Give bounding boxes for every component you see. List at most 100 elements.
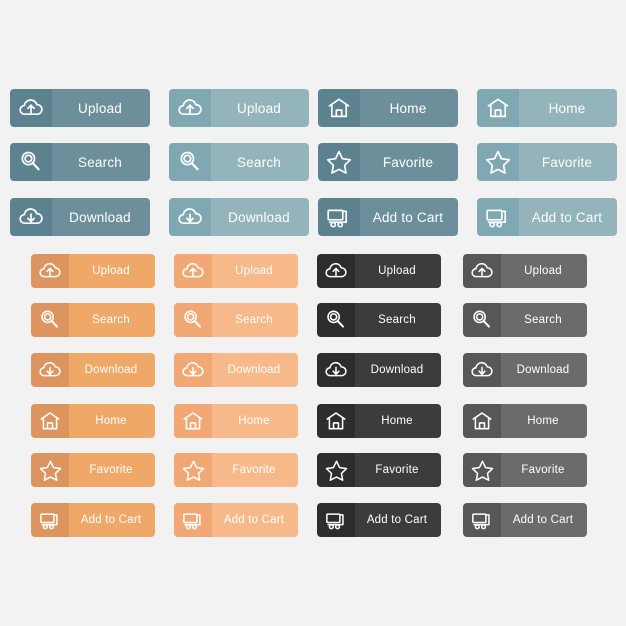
button-search-blue-light[interactable]: Search <box>169 143 309 181</box>
button-label: Favorite <box>69 453 155 487</box>
star-icon <box>477 143 519 181</box>
star-icon <box>463 453 501 487</box>
house-icon <box>318 89 360 127</box>
magnifier-icon <box>174 303 212 337</box>
button-label: Download <box>211 198 309 236</box>
button-label: Search <box>52 143 150 181</box>
button-home-gray-dark[interactable]: Home <box>317 404 441 438</box>
button-favorite-blue-dark[interactable]: Favorite <box>318 143 458 181</box>
button-search-blue-dark[interactable]: Search <box>10 143 150 181</box>
button-upload-gray-light[interactable]: Upload <box>463 254 587 288</box>
cloud-upload-icon <box>174 254 212 288</box>
cloud-upload-icon <box>10 89 52 127</box>
magnifier-icon <box>463 303 501 337</box>
star-icon <box>174 453 212 487</box>
button-label: Upload <box>355 254 441 288</box>
magnifier-icon <box>31 303 69 337</box>
star-icon <box>31 453 69 487</box>
button-home-blue-light[interactable]: Home <box>477 89 617 127</box>
button-favorite-gray-light[interactable]: Favorite <box>463 453 587 487</box>
button-download-blue-light[interactable]: Download <box>169 198 309 236</box>
button-label: Search <box>211 143 309 181</box>
button-search-orange-dark[interactable]: Search <box>31 303 155 337</box>
button-home-gray-light[interactable]: Home <box>463 404 587 438</box>
cloud-upload-icon <box>317 254 355 288</box>
button-download-orange-light[interactable]: Download <box>174 353 298 387</box>
cloud-upload-icon <box>31 254 69 288</box>
house-icon <box>31 404 69 438</box>
button-download-blue-dark[interactable]: Download <box>10 198 150 236</box>
button-upload-blue-dark[interactable]: Upload <box>10 89 150 127</box>
button-download-gray-light[interactable]: Download <box>463 353 587 387</box>
house-icon <box>174 404 212 438</box>
button-label: Add to Cart <box>355 503 441 537</box>
button-label: Search <box>69 303 155 337</box>
shopping-cart-icon <box>174 503 212 537</box>
button-label: Upload <box>69 254 155 288</box>
button-kit-canvas: Upload Search Download Upload Search Dow… <box>0 0 626 626</box>
button-label: Search <box>501 303 587 337</box>
shopping-cart-icon <box>463 503 501 537</box>
button-label: Download <box>52 198 150 236</box>
star-icon <box>317 453 355 487</box>
button-label: Favorite <box>360 143 458 181</box>
button-download-orange-dark[interactable]: Download <box>31 353 155 387</box>
button-search-orange-light[interactable]: Search <box>174 303 298 337</box>
button-label: Favorite <box>355 453 441 487</box>
button-label: Home <box>360 89 458 127</box>
cloud-upload-icon <box>463 254 501 288</box>
button-add-to-cart-blue-dark[interactable]: Add to Cart <box>318 198 458 236</box>
button-favorite-orange-dark[interactable]: Favorite <box>31 453 155 487</box>
button-add-to-cart-blue-light[interactable]: Add to Cart <box>477 198 617 236</box>
house-icon <box>477 89 519 127</box>
button-label: Download <box>69 353 155 387</box>
button-label: Download <box>355 353 441 387</box>
button-upload-orange-dark[interactable]: Upload <box>31 254 155 288</box>
button-label: Download <box>212 353 298 387</box>
button-label: Download <box>501 353 587 387</box>
button-label: Upload <box>211 89 309 127</box>
button-label: Add to Cart <box>360 198 458 236</box>
button-search-gray-dark[interactable]: Search <box>317 303 441 337</box>
magnifier-icon <box>10 143 52 181</box>
cloud-download-icon <box>174 353 212 387</box>
button-label: Home <box>501 404 587 438</box>
magnifier-icon <box>169 143 211 181</box>
button-home-orange-light[interactable]: Home <box>174 404 298 438</box>
cloud-download-icon <box>10 198 52 236</box>
cloud-download-icon <box>463 353 501 387</box>
button-label: Upload <box>501 254 587 288</box>
button-label: Add to Cart <box>519 198 617 236</box>
button-label: Home <box>212 404 298 438</box>
button-home-blue-dark[interactable]: Home <box>318 89 458 127</box>
button-label: Search <box>355 303 441 337</box>
button-upload-orange-light[interactable]: Upload <box>174 254 298 288</box>
button-upload-gray-dark[interactable]: Upload <box>317 254 441 288</box>
button-download-gray-dark[interactable]: Download <box>317 353 441 387</box>
button-upload-blue-light[interactable]: Upload <box>169 89 309 127</box>
cloud-download-icon <box>31 353 69 387</box>
button-label: Home <box>355 404 441 438</box>
button-favorite-gray-dark[interactable]: Favorite <box>317 453 441 487</box>
button-label: Search <box>212 303 298 337</box>
button-label: Add to Cart <box>212 503 298 537</box>
house-icon <box>317 404 355 438</box>
button-add-to-cart-orange-dark[interactable]: Add to Cart <box>31 503 155 537</box>
button-label: Home <box>519 89 617 127</box>
button-label: Favorite <box>519 143 617 181</box>
button-favorite-orange-light[interactable]: Favorite <box>174 453 298 487</box>
button-favorite-blue-light[interactable]: Favorite <box>477 143 617 181</box>
button-add-to-cart-gray-light[interactable]: Add to Cart <box>463 503 587 537</box>
button-search-gray-light[interactable]: Search <box>463 303 587 337</box>
cloud-download-icon <box>317 353 355 387</box>
magnifier-icon <box>317 303 355 337</box>
shopping-cart-icon <box>31 503 69 537</box>
button-home-orange-dark[interactable]: Home <box>31 404 155 438</box>
button-add-to-cart-gray-dark[interactable]: Add to Cart <box>317 503 441 537</box>
button-add-to-cart-orange-light[interactable]: Add to Cart <box>174 503 298 537</box>
shopping-cart-icon <box>317 503 355 537</box>
button-label: Add to Cart <box>501 503 587 537</box>
shopping-cart-icon <box>477 198 519 236</box>
button-label: Add to Cart <box>69 503 155 537</box>
button-label: Home <box>69 404 155 438</box>
